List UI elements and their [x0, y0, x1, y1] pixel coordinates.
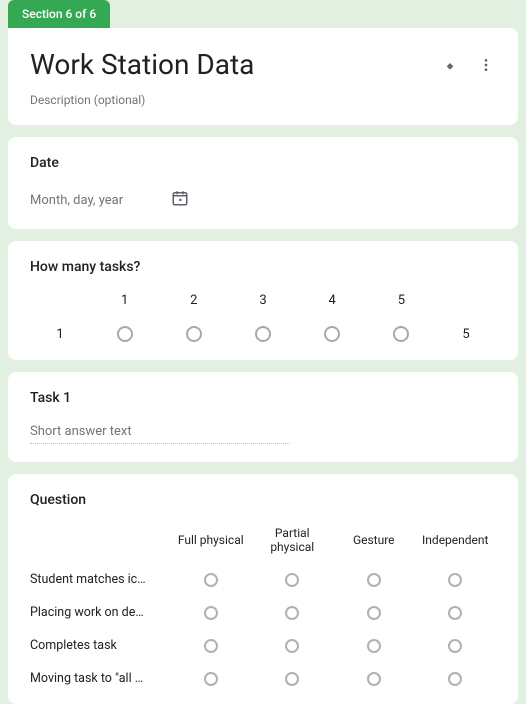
question-title[interactable]: Task 1 — [30, 390, 496, 406]
section-title[interactable]: Work Station Data — [30, 48, 254, 81]
collapse-icon[interactable] — [440, 55, 460, 75]
scale-option-label: 1 — [90, 293, 159, 308]
more-vert-icon[interactable] — [476, 55, 496, 75]
scale-option-label: 3 — [228, 293, 297, 308]
section-description[interactable]: Description (optional) — [30, 93, 496, 107]
grid-row-label[interactable]: Student matches ic… — [30, 572, 170, 587]
scale-high-label[interactable]: 5 — [436, 327, 496, 342]
grid-radio[interactable] — [285, 639, 299, 653]
scale-question-card: How many tasks? 1 2 3 4 5 1 5 — [8, 241, 518, 360]
section-header-card: Work Station Data Description (optional) — [8, 28, 518, 125]
grid-radio[interactable] — [285, 672, 299, 686]
question-title[interactable]: Question — [30, 492, 496, 508]
calendar-icon — [171, 189, 189, 211]
grid-column-header[interactable]: Gesture — [333, 533, 415, 547]
scale-radio[interactable] — [186, 326, 202, 342]
scale-radio[interactable] — [117, 326, 133, 342]
date-placeholder: Month, day, year — [30, 193, 123, 208]
grid-question-card: Question Full physical Partial physical … — [8, 474, 518, 704]
date-question-card: Date Month, day, year — [8, 137, 518, 229]
grid-row-label[interactable]: Moving task to "all … — [30, 671, 170, 686]
grid-column-header[interactable]: Independent — [415, 533, 497, 547]
scale-radio[interactable] — [255, 326, 271, 342]
grid-radio[interactable] — [285, 606, 299, 620]
grid-radio[interactable] — [285, 573, 299, 587]
grid-radio[interactable] — [448, 639, 462, 653]
grid-column-header[interactable]: Partial physical — [252, 526, 334, 554]
grid-radio[interactable] — [448, 672, 462, 686]
scale-low-label[interactable]: 1 — [30, 327, 90, 342]
section-badge: Section 6 of 6 — [8, 0, 110, 28]
grid-radio[interactable] — [204, 672, 218, 686]
scale-radio[interactable] — [393, 326, 409, 342]
grid-row-label[interactable]: Placing work on de… — [30, 605, 170, 620]
short-answer-placeholder: Short answer text — [30, 424, 290, 444]
grid-radio[interactable] — [448, 573, 462, 587]
grid-radio[interactable] — [204, 573, 218, 587]
grid-radio[interactable] — [367, 672, 381, 686]
grid-row-label[interactable]: Completes task — [30, 638, 170, 653]
scale-radio[interactable] — [324, 326, 340, 342]
short-answer-card: Task 1 Short answer text — [8, 372, 518, 462]
scale-option-label: 2 — [159, 293, 228, 308]
scale-option-label: 5 — [367, 293, 436, 308]
grid-radio[interactable] — [367, 606, 381, 620]
grid-radio[interactable] — [367, 573, 381, 587]
grid-column-header[interactable]: Full physical — [170, 533, 252, 547]
grid-radio[interactable] — [204, 606, 218, 620]
question-title[interactable]: How many tasks? — [30, 259, 496, 275]
question-title[interactable]: Date — [30, 155, 496, 171]
grid-radio[interactable] — [367, 639, 381, 653]
grid-radio[interactable] — [448, 606, 462, 620]
scale-option-label: 4 — [298, 293, 367, 308]
grid-radio[interactable] — [204, 639, 218, 653]
